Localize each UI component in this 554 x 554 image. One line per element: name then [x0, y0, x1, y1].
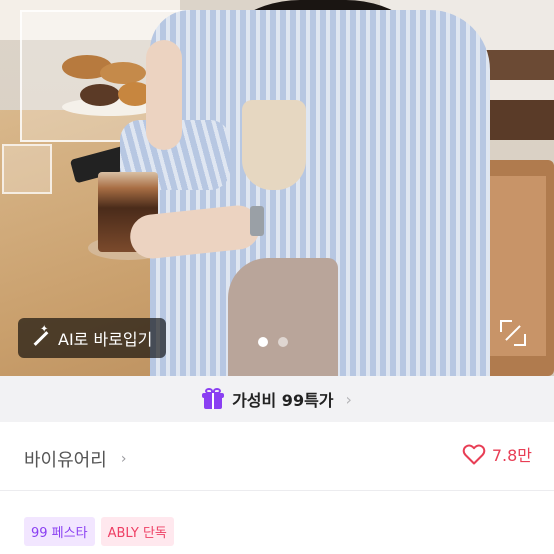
chevron-right-icon: ›: [120, 451, 127, 467]
like-button[interactable]: 7.8만: [462, 442, 532, 466]
pastry: [80, 84, 120, 106]
pastry: [100, 62, 146, 84]
inner-top: [242, 100, 306, 190]
model-arm: [146, 40, 182, 150]
model-pants: [228, 258, 338, 376]
like-count: 7.8만: [491, 446, 532, 465]
tag-badge: ABLY 단독: [100, 517, 174, 546]
magic-wand-icon: [30, 324, 50, 348]
promo-label: 가성비 99특가: [232, 391, 334, 410]
promo-banner[interactable]: 가성비 99특가 ›: [0, 376, 554, 422]
ai-try-on-label: AI로 바로입기: [58, 330, 153, 349]
product-image[interactable]: AI로 바로입기: [0, 0, 554, 376]
chevron-right-icon: ›: [345, 389, 352, 409]
brand-name: 바이유어리: [24, 450, 107, 471]
carousel-dot-active[interactable]: [258, 337, 268, 347]
brand-link[interactable]: 바이유어리 ›: [24, 446, 126, 472]
expand-icon[interactable]: [500, 320, 526, 346]
carousel-indicator: [258, 337, 288, 347]
gift-icon: [202, 388, 225, 410]
tag-list: 99 페스타 ABLY 단독: [24, 517, 174, 546]
ai-try-on-button[interactable]: AI로 바로입기: [18, 318, 166, 358]
heart-icon: [462, 444, 486, 465]
brand-row: 바이유어리 › 7.8만: [0, 422, 554, 491]
tag-badge: 99 페스타: [24, 517, 95, 546]
wristwatch: [250, 206, 264, 236]
carousel-dot[interactable]: [278, 337, 288, 347]
water-glass: [2, 144, 52, 194]
